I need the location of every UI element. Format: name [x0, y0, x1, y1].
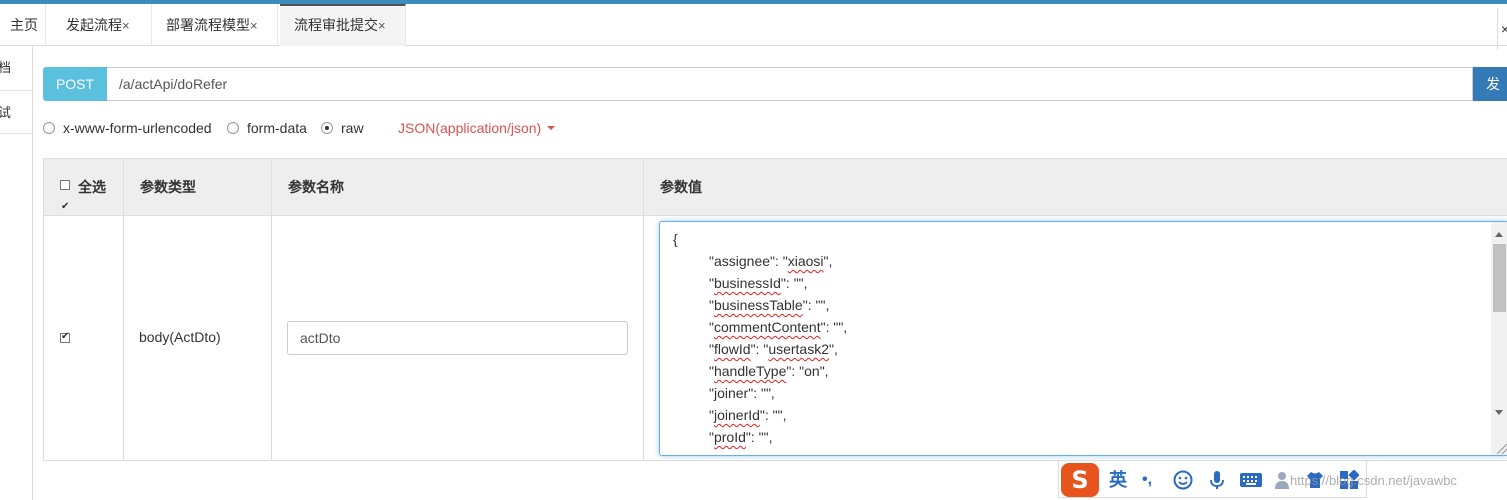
json-line: {	[673, 231, 678, 247]
send-button[interactable]: 发送	[1473, 67, 1507, 101]
table-row: body(ActDto) actDto { "assignee": "xiaosi…	[44, 216, 1507, 461]
scroll-down-icon[interactable]	[1495, 410, 1503, 415]
caret-down-icon	[547, 126, 556, 130]
json-line: "proId": "",	[709, 429, 773, 445]
scroll-thumb[interactable]	[1493, 244, 1506, 312]
params-table: 全选 参数类型 参数名称 参数值 body(ActDto) actDto { "a…	[43, 158, 1507, 461]
keyboard-icon[interactable]	[1239, 470, 1263, 490]
radio-icon	[227, 122, 239, 134]
json-line: "commentContent": "",	[709, 319, 848, 335]
tab-start-process[interactable]: 发起流程×	[56, 4, 152, 46]
sidebar-item-test[interactable]: 试	[0, 90, 32, 134]
microphone-icon[interactable]	[1207, 470, 1227, 490]
json-lines: { "assignee": "xiaosi", "businessId": "", "…	[673, 228, 847, 448]
header-param-name: 参数名称	[272, 159, 644, 216]
radio-raw[interactable]: raw	[321, 117, 364, 139]
textarea-scrollbar[interactable]	[1491, 222, 1507, 455]
header-param-value: 参数值	[660, 179, 702, 195]
json-body-textarea[interactable]: { "assignee": "xiaosi", "businessId": "", "…	[659, 221, 1507, 456]
tab-home[interactable]: 主页	[0, 4, 46, 46]
sogou-logo-icon[interactable]: S	[1061, 463, 1099, 497]
scroll-up-icon[interactable]	[1495, 232, 1503, 237]
request-bar: POST /a/actApi/doRefer 发送	[43, 67, 1507, 101]
radio-urlencoded[interactable]: x-www-form-urlencoded	[43, 117, 212, 139]
tab-approval-submit[interactable]: 流程审批提交×	[280, 4, 406, 46]
body-mode-group: x-www-form-urlencoded form-data raw JSON…	[43, 117, 643, 139]
sidebar: 档 试	[0, 46, 33, 500]
content-type-dropdown[interactable]: JSON(application/json)	[398, 117, 556, 139]
param-name-input[interactable]: actDto	[287, 321, 628, 355]
json-line: "handleType": "on",	[709, 363, 829, 379]
watermark-text: https://blog.csdn.net/javawbc	[1290, 473, 1457, 488]
ime-punct-toggle[interactable]: •,	[1135, 461, 1159, 499]
param-name-cell: actDto	[272, 216, 644, 461]
radio-form-data[interactable]: form-data	[227, 117, 307, 139]
radio-selected-icon	[321, 122, 333, 134]
tab-bar: 主页 发起流程× 部署流程模型× 流程审批提交× ×	[0, 4, 1507, 50]
radio-icon	[43, 122, 55, 134]
resize-handle-icon[interactable]	[1497, 444, 1507, 454]
json-line: "businessTable": "",	[709, 297, 830, 313]
method-badge[interactable]: POST	[43, 67, 107, 101]
param-type-cell: body(ActDto)	[124, 216, 272, 461]
header-select-all[interactable]: 全选	[44, 159, 124, 235]
row-select-cell	[44, 216, 124, 461]
json-line: "flowId": "usertask2",	[709, 341, 838, 357]
tab-deploy-model[interactable]: 部署流程模型×	[156, 4, 278, 46]
sidebar-item-docs[interactable]: 档	[0, 46, 32, 90]
row-checkbox-icon[interactable]	[60, 331, 70, 343]
ime-mode-toggle[interactable]: 英	[1103, 461, 1133, 499]
url-input[interactable]: /a/actApi/doRefer	[107, 67, 1473, 101]
param-type-text: body(ActDto)	[139, 329, 221, 345]
close-icon[interactable]: ×	[122, 18, 130, 33]
json-line: "joiner": "",	[709, 385, 775, 401]
json-line: "joinerId": "",	[709, 407, 787, 423]
emoji-icon[interactable]	[1173, 470, 1193, 490]
checkbox-icon[interactable]	[60, 178, 70, 235]
table-header: 全选 参数类型 参数名称 参数值	[44, 159, 1507, 235]
close-icon[interactable]: ×	[378, 18, 386, 33]
json-line: "businessId": "",	[709, 275, 808, 291]
close-icon[interactable]: ×	[250, 18, 258, 33]
header-param-type: 参数类型	[124, 159, 272, 216]
tab-scroll-close-icon[interactable]: ×	[1497, 8, 1507, 50]
json-line: "assignee": "xiaosi",	[709, 253, 833, 269]
